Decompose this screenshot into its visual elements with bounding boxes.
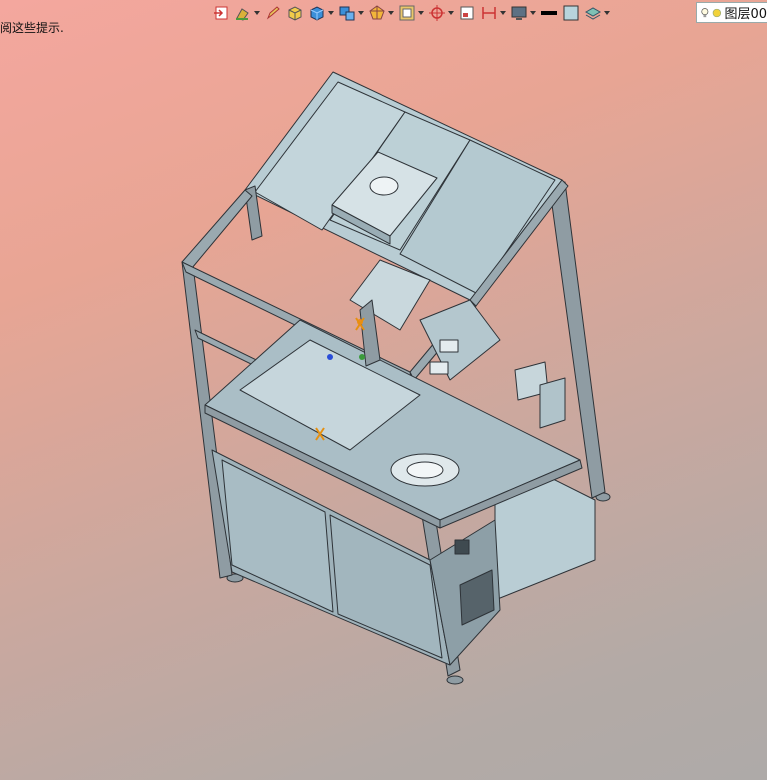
layers-button[interactable] bbox=[584, 2, 610, 24]
chevron-down-icon bbox=[254, 11, 260, 15]
frame-icon bbox=[399, 5, 415, 21]
pencil-button[interactable] bbox=[264, 2, 282, 24]
chevron-down-icon bbox=[388, 11, 394, 15]
crosshair-button[interactable] bbox=[428, 2, 454, 24]
layer-selector[interactable]: 图层00 bbox=[696, 2, 767, 23]
chevron-down-icon bbox=[448, 11, 454, 15]
page-button[interactable] bbox=[458, 2, 476, 24]
color-swatch-icon bbox=[563, 5, 579, 21]
layer-label: 图层00 bbox=[724, 7, 767, 22]
cad-viewport[interactable] bbox=[0, 30, 767, 780]
chevron-down-icon bbox=[500, 11, 506, 15]
pencil-icon bbox=[266, 6, 280, 20]
crosshair-icon bbox=[429, 5, 445, 21]
paint-icon bbox=[236, 8, 249, 21]
export-icon bbox=[214, 6, 228, 20]
export-button[interactable] bbox=[212, 2, 230, 24]
chevron-down-icon bbox=[328, 11, 334, 15]
lightbulb-icon bbox=[701, 7, 709, 17]
frame-button[interactable] bbox=[398, 2, 424, 24]
solid-blue-button[interactable] bbox=[308, 2, 334, 24]
dimension-button[interactable] bbox=[480, 2, 506, 24]
chevron-down-icon bbox=[358, 11, 364, 15]
chevron-down-icon bbox=[530, 11, 536, 15]
paint-button[interactable] bbox=[234, 2, 260, 24]
solid-yellow-button[interactable] bbox=[286, 2, 304, 24]
layers-icon bbox=[584, 7, 602, 20]
color-swatch-button[interactable] bbox=[562, 2, 580, 24]
polygon-button[interactable] bbox=[368, 2, 394, 24]
box-stack-icon bbox=[339, 6, 355, 21]
line-weight-button[interactable] bbox=[540, 2, 558, 24]
sun-icon bbox=[712, 8, 721, 17]
chevron-down-icon bbox=[604, 11, 610, 15]
polygon-icon bbox=[369, 5, 385, 20]
view-toolbar bbox=[212, 0, 767, 26]
chevron-down-icon bbox=[418, 11, 424, 15]
line-weight-icon bbox=[541, 11, 557, 15]
monitor-icon bbox=[511, 6, 527, 20]
machine-model bbox=[181, 71, 611, 685]
box-stack-button[interactable] bbox=[338, 2, 364, 24]
page-icon bbox=[460, 6, 474, 20]
dimension-icon bbox=[482, 7, 496, 19]
box-yellow-icon bbox=[288, 6, 302, 21]
display-button[interactable] bbox=[510, 2, 536, 24]
box-blue-icon bbox=[310, 6, 324, 21]
